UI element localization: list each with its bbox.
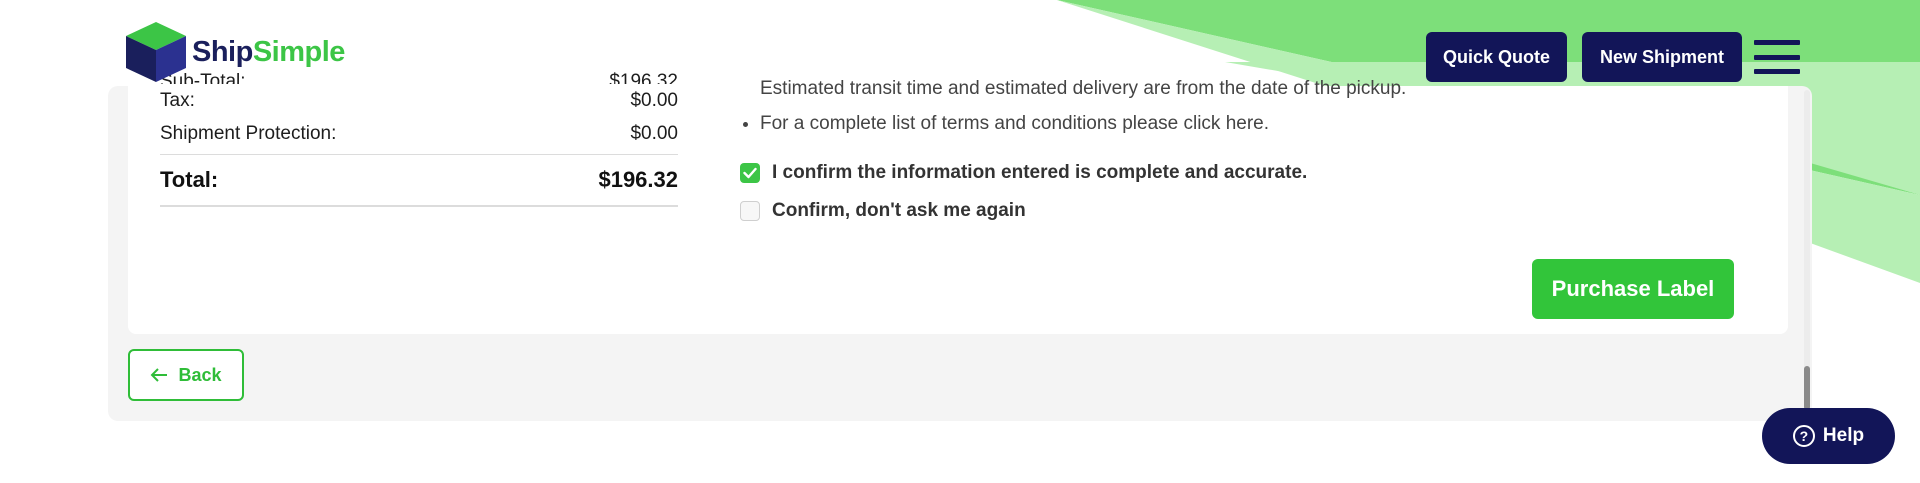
subtotal-value: $196.32	[609, 71, 678, 84]
dont-ask-again-checkbox[interactable]	[740, 201, 760, 221]
total-label: Total:	[160, 167, 219, 192]
new-shipment-button[interactable]: New Shipment	[1582, 32, 1742, 82]
dont-ask-again-label[interactable]: Confirm, don't ask me again	[772, 200, 1026, 222]
logo-text-ship: Ship	[192, 35, 253, 68]
checkmark-icon	[743, 167, 757, 179]
help-button[interactable]: ? Help	[1762, 408, 1895, 464]
arrow-left-icon	[151, 368, 168, 382]
logo-wordmark: ShipSimple	[192, 36, 345, 69]
shipment-protection-label: Shipment Protection:	[160, 122, 337, 144]
scrollbar-thumb[interactable]	[1804, 366, 1810, 410]
back-button[interactable]: Back	[128, 349, 244, 401]
scrollbar-track[interactable]	[1804, 90, 1810, 410]
hamburger-menu-icon[interactable]	[1754, 40, 1800, 74]
terms-item-conditions[interactable]: For a complete list of terms and conditi…	[760, 108, 1740, 144]
terms-item-transit: Estimated transit time and estimated del…	[760, 80, 1740, 108]
confirm-accuracy-row[interactable]: I confirm the information entered is com…	[740, 154, 1740, 192]
dont-ask-again-row[interactable]: Confirm, don't ask me again	[740, 192, 1740, 230]
confirm-accuracy-label[interactable]: I confirm the information entered is com…	[772, 162, 1307, 184]
terms-list: Estimated transit time and estimated del…	[740, 80, 1740, 144]
cube-logo-icon	[126, 22, 186, 82]
shipment-protection-value: $0.00	[630, 122, 678, 144]
back-label: Back	[178, 364, 222, 385]
tax-row: Tax: $0.00	[160, 84, 678, 117]
total-row: Total: $196.32	[160, 154, 678, 207]
purchase-label-button[interactable]: Purchase Label	[1532, 259, 1734, 319]
tax-value: $0.00	[630, 89, 678, 111]
terms-section: Estimated transit time and estimated del…	[740, 80, 1740, 230]
shipsimple-logo[interactable]: ShipSimple	[124, 20, 345, 84]
confirm-accuracy-checkbox[interactable]	[740, 163, 760, 183]
shipment-protection-row: Shipment Protection: $0.00	[160, 117, 678, 150]
quick-quote-button[interactable]: Quick Quote	[1426, 32, 1567, 82]
total-value: $196.32	[598, 167, 678, 192]
tax-label: Tax:	[160, 89, 195, 111]
question-circle-icon: ?	[1792, 425, 1815, 447]
logo-text-simple: Simple	[252, 35, 346, 68]
help-label: Help	[1822, 425, 1865, 446]
